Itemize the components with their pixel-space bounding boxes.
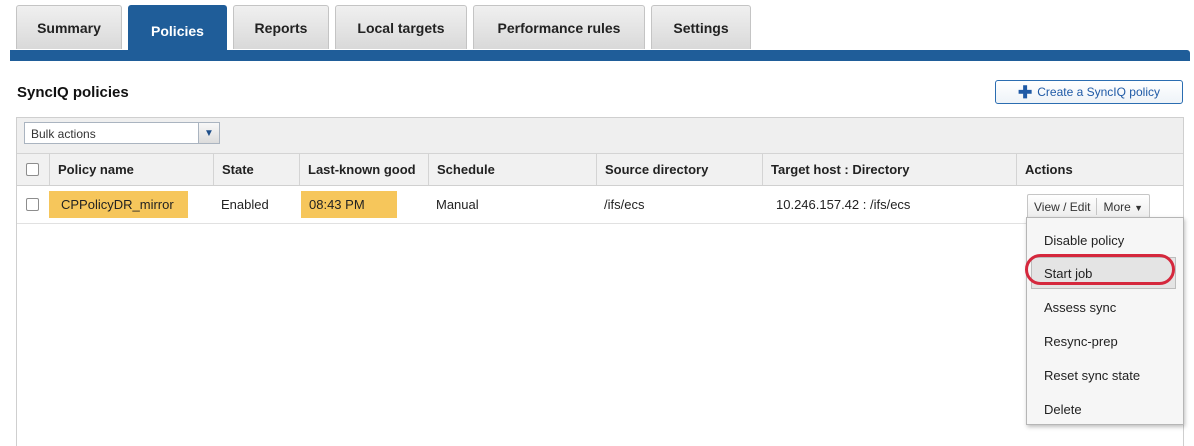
schedule-cell: Manual — [436, 196, 479, 212]
select-all-checkbox[interactable] — [26, 163, 39, 176]
col-source-directory[interactable]: Source directory — [596, 154, 762, 185]
table-toolbar: Bulk actions ▼ — [17, 118, 1183, 154]
menu-item-disable-policy[interactable]: Disable policy — [1027, 224, 1183, 256]
menu-item-delete[interactable]: Delete — [1027, 393, 1183, 425]
view-edit-button[interactable]: View / Edit — [1028, 200, 1096, 214]
last-known-good-cell: 08:43 PM — [299, 185, 428, 223]
last-known-good-value: 08:43 PM — [301, 190, 397, 218]
tab-bar: Summary Policies Reports Local targets P… — [0, 0, 1194, 61]
row-checkbox[interactable] — [26, 197, 39, 211]
tab-summary[interactable]: Summary — [16, 5, 122, 49]
tab-policies[interactable]: Policies — [128, 5, 227, 55]
plus-icon: ✚ — [1018, 82, 1033, 102]
col-last-known-good[interactable]: Last-known good — [299, 154, 428, 185]
tab-settings[interactable]: Settings — [651, 5, 751, 49]
menu-item-assess-sync[interactable]: Assess sync — [1027, 291, 1183, 323]
col-schedule[interactable]: Schedule — [428, 154, 596, 185]
row-actions: View / Edit More ▼ — [1027, 194, 1151, 219]
col-policy-name[interactable]: Policy name — [49, 154, 213, 185]
table-header: Policy name State Last-known good Schedu… — [17, 154, 1183, 186]
policies-table-panel: Bulk actions ▼ Policy name State Last-kn… — [16, 117, 1184, 446]
menu-item-reset-sync-state[interactable]: Reset sync state — [1027, 359, 1183, 391]
create-policy-label: Create a SyncIQ policy — [1037, 85, 1160, 99]
page-title: SyncIQ policies — [17, 84, 129, 101]
more-button[interactable]: More ▼ — [1097, 200, 1149, 214]
menu-item-start-job[interactable]: Start job — [1031, 257, 1176, 289]
tab-local-targets[interactable]: Local targets — [335, 5, 467, 49]
table-row: CPPolicyDR_mirror Enabled 08:43 PM Manua… — [17, 185, 1183, 224]
tab-underline — [10, 50, 1190, 61]
menu-item-resync-prep[interactable]: Resync-prep — [1027, 325, 1183, 357]
state-cell: Enabled — [221, 196, 269, 212]
bulk-actions-value: Bulk actions — [31, 127, 96, 141]
create-policy-button[interactable]: ✚ Create a SyncIQ policy — [995, 80, 1183, 104]
more-actions-menu: Disable policy Start job Assess sync Res… — [1026, 217, 1184, 425]
caret-down-icon: ▼ — [1134, 202, 1144, 213]
tab-reports[interactable]: Reports — [233, 5, 329, 49]
policy-name[interactable]: CPPolicyDR_mirror — [49, 190, 188, 218]
bulk-actions-select[interactable]: Bulk actions ▼ — [24, 122, 220, 144]
tab-performance-rules[interactable]: Performance rules — [473, 5, 645, 49]
source-directory-cell: /ifs/ecs — [604, 196, 645, 212]
more-label: More — [1103, 199, 1131, 214]
col-state[interactable]: State — [213, 154, 299, 185]
col-target-host[interactable]: Target host : Directory — [762, 154, 1016, 185]
select-all-cell — [17, 154, 49, 185]
chevron-down-icon[interactable]: ▼ — [198, 123, 219, 143]
target-cell: 10.246.157.42 : /ifs/ecs — [776, 196, 911, 212]
policy-name-cell: CPPolicyDR_mirror — [49, 185, 213, 223]
row-select-cell — [17, 185, 49, 223]
col-actions: Actions — [1016, 154, 1183, 185]
